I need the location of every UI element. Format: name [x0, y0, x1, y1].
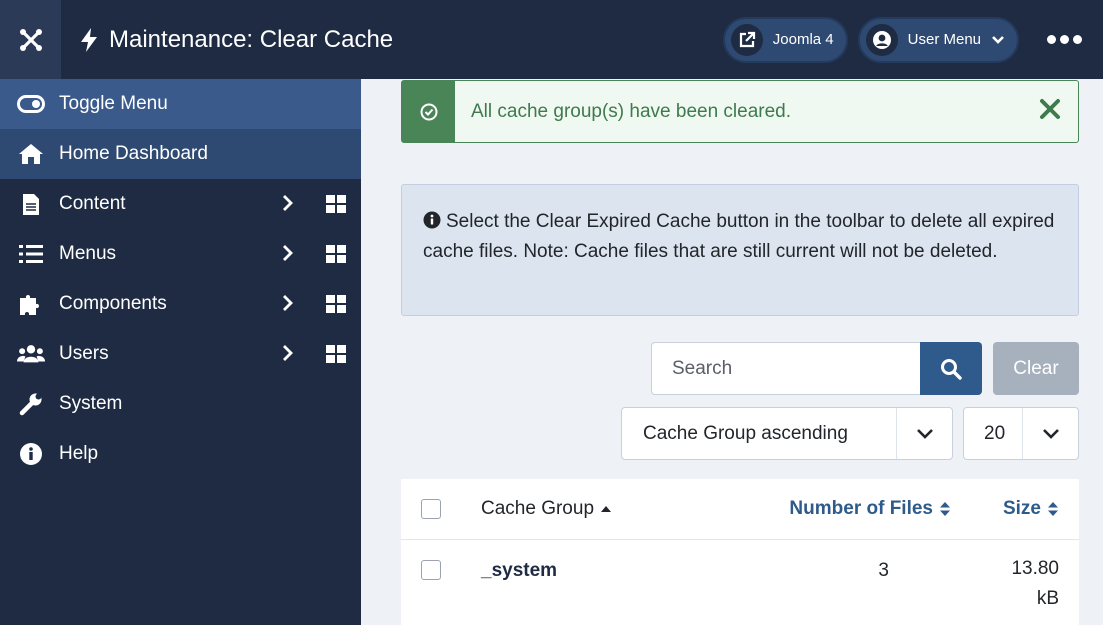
list-limit-select[interactable]: 20: [963, 407, 1079, 460]
info-icon: [423, 211, 441, 229]
dashboard-grid-icon[interactable]: [326, 345, 346, 363]
success-alert: All cache group(s) have been cleared.: [401, 80, 1079, 143]
clear-button[interactable]: Clear: [993, 342, 1079, 395]
size-unit: kB: [1036, 588, 1059, 609]
row-checkbox[interactable]: [421, 560, 441, 580]
user-menu-button[interactable]: User Menu: [857, 16, 1019, 63]
ordering-select[interactable]: Cache Group ascending: [621, 407, 953, 460]
site-link-label: Joomla 4: [772, 31, 834, 48]
column-number-of-files[interactable]: Number of Files: [789, 498, 951, 520]
chevron-right-icon[interactable]: [282, 344, 294, 362]
joomla-logo[interactable]: [0, 0, 61, 79]
sidebar-item-label: Content: [59, 193, 126, 214]
cache-group-name: _system: [481, 560, 558, 581]
info-message: Select the Clear Expired Cache button in…: [423, 211, 1055, 262]
puzzle-icon: [17, 292, 45, 316]
file-count: 3: [878, 560, 889, 581]
sidebar-item-label: Toggle Menu: [59, 93, 168, 114]
sidebar-item-users[interactable]: Users: [0, 329, 361, 379]
limit-value: 20: [984, 422, 1006, 444]
joomla-logo-icon: [19, 28, 42, 51]
success-message: All cache group(s) have been cleared.: [471, 100, 792, 122]
search-group: [651, 342, 982, 395]
sidebar-item-system[interactable]: System: [0, 379, 361, 429]
column-number-of-files-label: Number of Files: [789, 498, 933, 519]
more-options-icon[interactable]: [1029, 17, 1099, 63]
dashboard-grid-icon[interactable]: [326, 295, 346, 313]
info-alert: Select the Clear Expired Cache button in…: [401, 184, 1079, 316]
close-icon[interactable]: [1038, 97, 1062, 121]
size-value: 13.80: [1011, 558, 1059, 579]
sidebar-item-menus[interactable]: Menus: [0, 229, 361, 279]
column-cache-group[interactable]: Cache Group: [481, 498, 612, 520]
chevron-right-icon[interactable]: [282, 244, 294, 262]
sidebar-item-label: Components: [59, 293, 167, 314]
search-button[interactable]: [920, 342, 982, 395]
sidebar-item-content[interactable]: Content: [0, 179, 361, 229]
chevron-down-icon: [992, 35, 1004, 44]
sidebar-item-label: Menus: [59, 243, 117, 264]
user-menu-label: User Menu: [907, 31, 981, 48]
table-row: _system 3 13.80 kB: [401, 540, 1079, 609]
chevron-right-icon[interactable]: [282, 294, 294, 312]
dashboard-grid-icon[interactable]: [326, 195, 346, 213]
home-icon: [17, 142, 45, 166]
column-size[interactable]: Size: [1003, 498, 1059, 520]
main-content: All cache group(s) have been cleared. Se…: [361, 79, 1103, 625]
wrench-icon: [17, 392, 45, 416]
chevron-right-icon[interactable]: [282, 194, 294, 212]
site-link-button[interactable]: Joomla 4: [722, 16, 848, 63]
table-header: Cache Group Number of Files Size: [401, 479, 1079, 540]
dashboard-grid-icon[interactable]: [326, 245, 346, 263]
chevron-down-icon: [1022, 408, 1078, 459]
sidebar-item-label: Home Dashboard: [59, 143, 208, 164]
sidebar-item-toggle-menu[interactable]: Toggle Menu: [0, 79, 361, 129]
top-header: Maintenance: Clear Cache Joomla 4 User M…: [0, 0, 1103, 79]
sort-icon: [1048, 502, 1058, 516]
sidebar-item-label: Users: [59, 343, 109, 364]
check-circle-icon: [402, 81, 455, 142]
sidebar-item-help[interactable]: Help: [0, 429, 361, 479]
column-size-label: Size: [1002, 498, 1041, 519]
users-icon: [17, 342, 45, 366]
cache-table: Cache Group Number of Files Size _system…: [401, 479, 1079, 625]
list-icon: [17, 242, 45, 266]
sidebar-item-label: System: [59, 393, 123, 414]
search-input[interactable]: [651, 342, 920, 395]
user-avatar-icon: [865, 23, 898, 56]
sidebar-item-components[interactable]: Components: [0, 279, 361, 329]
column-cache-group-label: Cache Group: [481, 498, 595, 519]
ordering-value: Cache Group ascending: [643, 422, 848, 444]
external-link-icon: [730, 23, 763, 56]
header-actions: Joomla 4 User Menu: [722, 0, 1103, 79]
sort-asc-icon: [601, 506, 612, 512]
page-title: Maintenance: Clear Cache: [109, 25, 394, 53]
cache-size: 13.80 kB: [1011, 554, 1059, 614]
chevron-down-icon: [896, 408, 952, 459]
select-all-checkbox[interactable]: [421, 499, 441, 519]
page-title-area: Maintenance: Clear Cache: [79, 26, 393, 54]
file-icon: [17, 192, 45, 216]
sidebar-item-label: Help: [59, 443, 99, 464]
bolt-icon: [81, 27, 97, 52]
info-icon: [17, 442, 45, 466]
sort-icon: [940, 502, 950, 516]
toggle-icon: [17, 92, 45, 116]
search-icon: [941, 358, 962, 380]
sidebar: Toggle Menu Home Dashboard Content Menus…: [0, 79, 361, 625]
sidebar-item-home-dashboard[interactable]: Home Dashboard: [0, 129, 361, 179]
